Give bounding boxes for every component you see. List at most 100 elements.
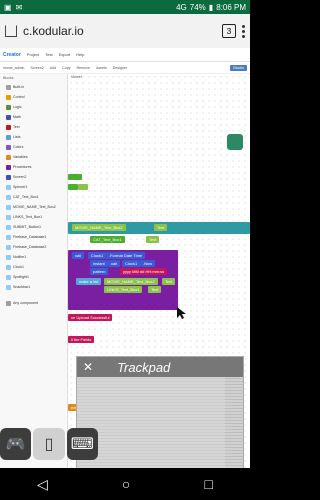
home-button-icon[interactable]: ○: [122, 476, 130, 492]
android-navbar: ◁ ○ □: [0, 468, 250, 500]
keyboard-icon[interactable]: ⌨: [66, 428, 98, 460]
component-icon: [6, 184, 11, 190]
url-bar[interactable]: c.kodular.io: [23, 24, 84, 38]
tree-any-component[interactable]: Any component: [0, 298, 67, 308]
tree-procedures[interactable]: Procedures: [0, 162, 67, 172]
folder-icon: [6, 300, 11, 306]
block-instant[interactable]: instant: [90, 260, 108, 267]
tabs-button[interactable]: 3: [222, 24, 236, 38]
status-icons-right: 4G 74% ▮ 8:06 PM: [176, 3, 246, 12]
trackpad-title: Trackpad: [117, 359, 171, 375]
block-fragment[interactable]: [68, 184, 78, 190]
message-icon: ✉: [15, 2, 23, 12]
android-icon[interactable]: [227, 134, 243, 150]
block-text[interactable]: Text: [162, 278, 176, 285]
block-fields-message[interactable]: ll the Fields: [68, 336, 95, 343]
clock-time: 8:06 PM: [216, 2, 246, 12]
block-links-textbox[interactable]: LINKS_Text_Box1: [104, 286, 143, 293]
logic-icon: [6, 104, 11, 110]
block-now[interactable]: .Now: [140, 260, 156, 267]
viewer-label: Viewer: [71, 75, 82, 79]
gamepad-icon[interactable]: 🎮: [0, 428, 32, 460]
component-icon: [6, 194, 11, 200]
tree-firebase2[interactable]: Firebase_Database2: [0, 242, 67, 252]
tree-variables[interactable]: Variables: [0, 152, 67, 162]
close-icon[interactable]: ✕: [83, 360, 93, 374]
lists-icon: [6, 134, 11, 140]
blocks-button[interactable]: Blocks: [230, 64, 247, 71]
tree-text[interactable]: Text: [0, 122, 67, 132]
back-icon[interactable]: ◁: [37, 476, 48, 493]
recents-icon[interactable]: □: [204, 476, 212, 492]
tree-cat-textbox[interactable]: CAT_Text_Box1: [0, 192, 67, 202]
designer-button[interactable]: Designer: [113, 66, 127, 70]
panel-header: Blocks: [3, 76, 14, 80]
tree-links-textbox[interactable]: LINKS_Text_Box1: [0, 212, 67, 222]
project-name: movie_admin: [3, 65, 25, 70]
tree-colors[interactable]: Colors: [0, 142, 67, 152]
tree-lists[interactable]: Lists: [0, 132, 67, 142]
block-text[interactable]: Text: [154, 224, 168, 231]
mouse-mode-icon[interactable]: ▯: [33, 428, 65, 460]
block-movie-textbox[interactable]: MOVIE_NAME_Text_Box2: [72, 224, 126, 231]
status-bar: ▣ ✉ 4G 74% ▮ 8:06 PM: [0, 0, 250, 14]
block-upload-message[interactable]: ve Upload Successful: [68, 314, 113, 321]
block-text[interactable]: Text: [146, 236, 160, 243]
add-button[interactable]: Add: [50, 66, 56, 70]
block-call[interactable]: call: [72, 252, 85, 259]
tree-control[interactable]: Control: [0, 92, 67, 102]
remove-button[interactable]: Remove: [77, 66, 90, 70]
project-toolbar: movie_admin Screen2 Add Copy Remove Asse…: [0, 62, 250, 74]
block-text[interactable]: Text: [148, 286, 162, 293]
battery-icon: ▮: [208, 2, 214, 12]
battery-percent: 74%: [189, 2, 206, 12]
menu-project[interactable]: Project: [27, 52, 39, 57]
component-icon: [6, 244, 11, 250]
tree-builtin[interactable]: Built-in: [0, 82, 67, 92]
screen-select[interactable]: Screen2: [30, 66, 43, 70]
component-icon: [6, 274, 11, 280]
status-icons-left: ▣ ✉: [4, 3, 22, 12]
brand-logo: Creator: [3, 51, 21, 58]
assets-button[interactable]: Assets: [96, 66, 107, 70]
block-cat-textbox[interactable]: CAT_Text_Box1: [90, 236, 125, 243]
tree-submit-button[interactable]: SUBMIT_Button1: [0, 222, 67, 232]
block-pattern-text[interactable]: yyyy MM dd HH:mm:ss: [120, 268, 168, 275]
component-icon: [6, 264, 11, 270]
tree-firebase1[interactable]: Firebase_Database1: [0, 232, 67, 242]
screen-icon: [6, 174, 11, 180]
math-icon: [6, 114, 11, 120]
block-clock[interactable]: Clock1: [88, 252, 107, 259]
menu-export[interactable]: Export: [59, 52, 71, 57]
tree-spotlight[interactable]: Spotlight1: [0, 272, 67, 282]
block-pattern[interactable]: pattern: [90, 268, 109, 275]
block-fragment[interactable]: [68, 174, 82, 180]
tree-spinner[interactable]: Spinner1: [0, 182, 67, 192]
block-clock[interactable]: Clock1: [122, 260, 141, 267]
tree-math[interactable]: Math: [0, 112, 67, 122]
component-icon: [6, 234, 11, 240]
block-movie-textbox[interactable]: MOVIE_NAME_Text_Box2: [104, 278, 158, 285]
block-format-date[interactable]: .Format Date Time: [106, 252, 146, 259]
menu-help[interactable]: Help: [76, 52, 84, 57]
menu-test[interactable]: Test: [45, 52, 52, 57]
blocks-panel: Blocks Built-in Control Logic Math Text …: [0, 74, 68, 468]
block-make-list[interactable]: make a list: [76, 278, 102, 285]
tree-clock[interactable]: Clock1: [0, 262, 67, 272]
browser-menu-icon[interactable]: [242, 24, 245, 38]
network-label: 4G: [176, 2, 187, 12]
block-call[interactable]: call: [108, 260, 121, 267]
text-icon: [6, 124, 11, 130]
tree-logic[interactable]: Logic: [0, 102, 67, 112]
notification-icon: ▣: [4, 2, 12, 12]
component-icon: [6, 214, 11, 220]
browser-toolbar: c.kodular.io 3: [0, 14, 250, 48]
tree-screen[interactable]: Screen2: [0, 172, 67, 182]
copy-button[interactable]: Copy: [62, 66, 70, 70]
tree-notifier[interactable]: Notifier1: [0, 252, 67, 262]
block-fragment[interactable]: [78, 184, 88, 190]
home-icon[interactable]: [5, 25, 17, 37]
tree-snackbar[interactable]: Snackbar1: [0, 282, 67, 292]
tree-movie-textbox[interactable]: MOVIE_NAME_Text_Box2: [0, 202, 67, 212]
app-header: Creator Project Test Export Help: [0, 48, 250, 62]
